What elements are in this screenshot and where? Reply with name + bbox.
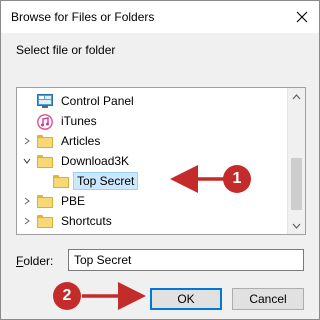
tree-item-label: Top Secret [72,172,139,190]
folder-icon [37,154,53,168]
expand-chevron-right-icon[interactable] [21,211,33,231]
expand-chevron-right-icon[interactable] [21,191,33,211]
scroll-down-icon[interactable] [288,217,305,234]
browse-dialog: Browse for Files or Folders Select file … [0,0,320,320]
tree-item-label: Shortcuts [61,214,112,228]
folder-label-text: older: [23,254,54,268]
tree-item-label: Download3K [61,154,130,168]
vertical-scrollbar[interactable] [287,88,305,234]
callout-badge-1: 1 [223,165,251,193]
title-bar: Browse for Files or Folders [1,1,319,33]
tree-item-label: Control Panel [61,94,134,108]
scrollbar-thumb[interactable] [291,158,302,210]
folder-tree[interactable]: Control Panel iTunes Articles Download3K [16,87,306,235]
ok-button[interactable]: OK [150,288,222,310]
tree-item-control-panel[interactable]: Control Panel [37,91,137,111]
tree-item-label: Articles [61,134,101,148]
tree-item-download3k[interactable]: Download3K [37,151,132,171]
itunes-icon [37,114,53,130]
folder-icon [37,214,53,228]
tree-item-label: iTunes [61,114,97,128]
dialog-prompt: Select file or folder [16,43,116,57]
scroll-up-icon[interactable] [288,88,305,105]
collapse-chevron-down-icon[interactable] [21,151,33,171]
close-icon [296,11,308,23]
tree-item-partial[interactable] [37,231,58,235]
folder-label: Folder: [16,254,53,268]
folder-icon [53,174,69,188]
callout-badge-2: 2 [53,282,81,310]
folder-input[interactable] [68,249,304,271]
cancel-button[interactable]: Cancel [232,288,304,310]
folder-icon [37,134,53,148]
tree-item-label: PBE [61,194,86,208]
tree-item-top-secret[interactable]: Top Secret [53,171,139,191]
tree-item-pbe[interactable]: PBE [37,191,88,211]
expand-chevron-right-icon[interactable] [21,131,33,151]
computer-icon [37,234,53,235]
window-title: Browse for Files or Folders [11,10,155,24]
control-panel-icon [37,94,53,108]
folder-icon [37,194,53,208]
tree-item-articles[interactable]: Articles [37,131,103,151]
tree-item-shortcuts[interactable]: Shortcuts [37,211,115,231]
close-button[interactable] [287,1,317,33]
tree-item-itunes[interactable]: iTunes [37,111,100,131]
